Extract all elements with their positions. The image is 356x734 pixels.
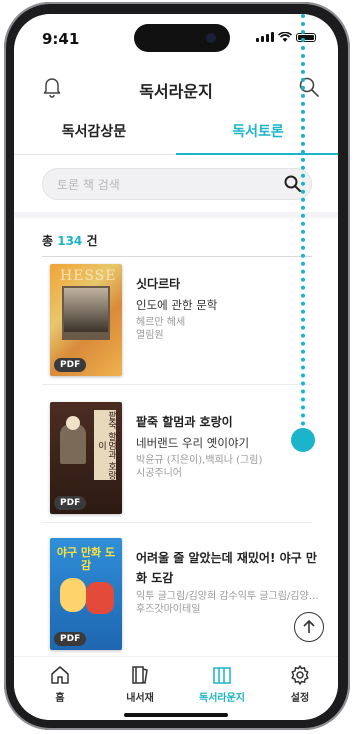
- book-author: 박윤규 (지은이),백희나 (그림): [136, 455, 263, 466]
- tab-book-discussion[interactable]: 독서토론: [178, 114, 338, 154]
- count-suffix: 건: [86, 234, 98, 248]
- search-box: [42, 168, 312, 200]
- app-screen: 9:41 독서라운지 독서감상문 독서토론 총 134 건 HESSE: [14, 14, 338, 720]
- count-value: 134: [57, 234, 83, 248]
- book-title: 싯다르타: [136, 277, 181, 291]
- section-divider: [14, 212, 338, 218]
- cover-title: 야구 만화 도감: [56, 546, 116, 572]
- count-prefix: 총: [42, 234, 54, 248]
- count-divider: [42, 256, 312, 257]
- pdf-tag: PDF: [54, 496, 87, 510]
- book-publisher: 시공주니어: [136, 468, 182, 479]
- book-author: 헤르만 헤세: [136, 317, 186, 328]
- book-author: 익투 글그림/김양희 감수익투 글그림/김양희...: [136, 591, 326, 602]
- search-button-icon[interactable]: [283, 174, 303, 194]
- list-item[interactable]: 야구 만화 도감 PDF 어려울 줄 알았는데 재밌어! 야구 만화 도감 익투…: [42, 538, 326, 656]
- list-item[interactable]: 팥죽 할멈과 호랑이 PDF 팥죽 할멈과 호랑이 네버랜드 우리 옛이야기 박…: [42, 402, 324, 522]
- tab-my-library[interactable]: 내서재: [104, 663, 176, 704]
- tab-label: 설정: [290, 693, 310, 704]
- row-divider: [42, 522, 312, 523]
- tab-bar-top: 독서감상문 독서토론: [14, 114, 338, 155]
- cover-title: HESSE: [60, 268, 117, 284]
- tab-label: 홈: [55, 693, 65, 704]
- book-subtitle: 인도에 관한 문학: [136, 298, 218, 312]
- book-title: 어려울 줄 알았는데 재밌어! 야구 만화 도감: [136, 551, 317, 585]
- book-publisher: 열림원: [136, 330, 164, 341]
- list-item[interactable]: HESSE PDF 싯다르타 인도에 관한 문학 헤르만 헤세 열림원: [42, 264, 324, 384]
- cover-title: 팥죽 할멈과 호랑이: [94, 410, 116, 480]
- book-icon: [132, 666, 148, 685]
- lounge-icon: [213, 667, 231, 684]
- book-publisher: 후즈갓마이테일: [136, 604, 201, 615]
- status-time: 9:41: [42, 30, 80, 48]
- scroll-to-top-button[interactable]: [294, 612, 324, 642]
- total-count: 총 134 건: [42, 232, 98, 249]
- book-info: 싯다르타 인도에 관한 문학 헤르만 헤세 열림원: [136, 274, 326, 342]
- search-input[interactable]: [55, 173, 279, 197]
- home-icon: [51, 666, 69, 684]
- bottom-tab-bar: 홈 내서재 독서라운지 설정: [14, 656, 338, 720]
- home-indicator: [124, 713, 228, 717]
- pointer-trail: [301, 14, 305, 434]
- status-bar: 9:41: [14, 14, 338, 62]
- book-cover: HESSE PDF: [50, 264, 122, 376]
- gear-icon: [291, 665, 309, 685]
- row-divider: [42, 384, 312, 385]
- tab-reading-lounge[interactable]: 독서라운지: [186, 663, 258, 704]
- arrow-up-icon: [303, 619, 315, 633]
- book-cover: 야구 만화 도감 PDF: [50, 538, 122, 650]
- tab-settings[interactable]: 설정: [264, 663, 336, 704]
- tab-book-report[interactable]: 독서감상문: [14, 114, 174, 154]
- book-cover: 팥죽 할멈과 호랑이 PDF: [50, 402, 122, 514]
- pdf-tag: PDF: [54, 632, 87, 646]
- tab-label: 독서라운지: [199, 693, 245, 704]
- pdf-tag: PDF: [54, 358, 87, 372]
- book-info: 어려울 줄 알았는데 재밌어! 야구 만화 도감 익투 글그림/김양희 감수익투…: [136, 548, 326, 616]
- active-tab-indicator: [176, 153, 338, 155]
- status-icons: [256, 32, 316, 42]
- battery-icon: [296, 33, 316, 42]
- tab-home[interactable]: 홈: [24, 663, 96, 704]
- wifi-icon: [278, 32, 292, 42]
- page-title: 독서라운지: [139, 82, 213, 101]
- dynamic-island: [134, 24, 230, 52]
- touch-point-marker: [291, 428, 315, 452]
- app-header: 독서라운지: [14, 66, 338, 110]
- signal-icon: [256, 32, 274, 42]
- tab-label: 내서재: [126, 693, 154, 704]
